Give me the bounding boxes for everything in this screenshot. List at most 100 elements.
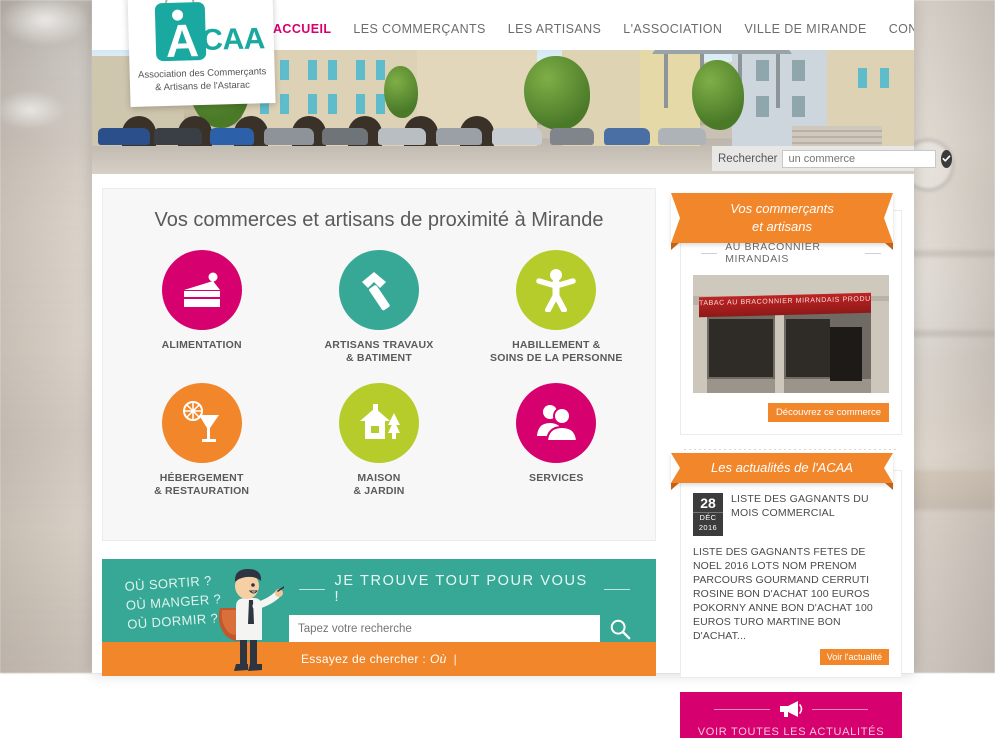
category-circle: [339, 250, 419, 330]
category-label-line1: SERVICES: [529, 472, 584, 485]
discover-row: Découvrez ce commerce: [693, 403, 889, 422]
ribbon-notch-right: [884, 193, 893, 243]
category-services[interactable]: SERVICES: [468, 383, 645, 498]
all-news-label: VOIR TOUTES LES ACTUALITÉS: [698, 726, 885, 738]
nav-item-les-artisans[interactable]: LES ARTISANS: [508, 22, 602, 36]
logo-letter-a: A: [159, 18, 206, 65]
merchants-widget: Vos commerçants et artisans AU BRACONNIE…: [680, 210, 902, 435]
category-label-line1: MAISON: [353, 472, 404, 485]
merchants-widget-ribbon: Vos commerçants et artisans: [671, 193, 893, 243]
news-excerpt: LISTE DES GAGNANTS FETES DE NOEL 2016 LO…: [693, 545, 889, 643]
categories-grid: ALIMENTATION ARTISANS TRAVAUX: [113, 250, 645, 516]
category-label: MAISON & JARDIN: [353, 472, 404, 498]
merchants-widget-body: AU BRACONNIER MIRANDAIS TABAC AU BRACONN…: [681, 211, 901, 434]
hero-search-label: Rechercher: [718, 153, 777, 165]
find-right: JE TROUVE TOUT POUR VOUS !: [289, 573, 640, 642]
category-label: ARTISANS TRAVAUX & BATIMENT: [324, 339, 433, 365]
ribbon-tail-right: [885, 483, 893, 490]
nav-item-accueil[interactable]: ACCUEIL: [273, 22, 331, 36]
category-hebergement[interactable]: HÉBERGEMENT & RESTAURATION: [113, 383, 290, 498]
category-maison-jardin[interactable]: MAISON & JARDIN: [290, 383, 467, 498]
news-date-year: 2016: [693, 523, 723, 533]
try-label: Essayez de chercher :: [301, 652, 426, 666]
page-content: Vos commerces et artisans de proximité à…: [92, 174, 914, 673]
nav-item-ville-de-mirande[interactable]: VILLE DE MIRANDE: [744, 22, 866, 36]
category-circle: [516, 383, 596, 463]
ribbon-line1: Vos commerçants: [687, 200, 877, 218]
category-habillement[interactable]: HABILLEMENT & SOINS DE LA PERSONNE: [468, 250, 645, 365]
news-widget-ribbon: Les actualités de l'ACAA: [671, 453, 893, 483]
merchant-name-text: AU BRACONNIER MIRANDAIS: [725, 241, 857, 265]
divider-left: [714, 709, 770, 710]
divider-left: [701, 253, 717, 254]
news-date-badge: 28 DÉC 2016: [693, 493, 723, 536]
site-container: ACCUEIL LES COMMERÇANTS LES ARTISANS L'A…: [92, 0, 914, 673]
house-tree-icon: [356, 403, 402, 443]
category-circle: [162, 250, 242, 330]
category-label-line2: & BATIMENT: [324, 352, 433, 365]
logo-letters-caa: CAA: [201, 22, 265, 58]
ribbon-tail-right: [885, 243, 893, 250]
nav-item-lassociation[interactable]: L'ASSOCIATION: [623, 22, 722, 36]
news-date-day: 28: [693, 495, 723, 513]
find-heading-text: JE TROUVE TOUT POUR VOUS !: [335, 573, 595, 605]
category-artisans-travaux[interactable]: ARTISANS TRAVAUX & BATIMENT: [290, 250, 467, 365]
category-label-line2: SOINS DE LA PERSONNE: [490, 352, 623, 365]
megaphone-icon: [778, 700, 804, 718]
category-circle: [339, 383, 419, 463]
category-circle: [516, 250, 596, 330]
hammer-icon: [356, 268, 402, 312]
category-alimentation[interactable]: ALIMENTATION: [113, 250, 290, 365]
magnifier-icon[interactable]: [600, 615, 640, 642]
category-label-line1: ARTISANS TRAVAUX: [324, 339, 433, 352]
site-logo[interactable]: A CAA Association des Commerçants & Arti…: [127, 0, 275, 107]
try-search-bar[interactable]: Essayez de chercher : Où |: [102, 642, 656, 676]
find-row: [289, 615, 640, 642]
person-icon: [533, 268, 579, 312]
nav-item-contact[interactable]: CONTACT: [889, 22, 914, 36]
news-item[interactable]: 28 DÉC 2016 LISTE DES GAGNANTS DU MOIS C…: [693, 493, 889, 536]
discover-merchant-button[interactable]: Découvrez ce commerce: [768, 403, 889, 422]
ribbon-notch-right: [884, 453, 893, 483]
people-icon: [533, 403, 579, 443]
text-caret: |: [454, 652, 457, 666]
divider-right: [604, 589, 630, 590]
mascot-illustration: [212, 564, 284, 676]
categories-card: Vos commerces et artisans de proximité à…: [102, 188, 656, 541]
find-search-input[interactable]: [289, 615, 600, 642]
news-button-row: Voir l'actualité: [693, 649, 889, 665]
merchant-sign-text: TABAC AU BRACONNIER MIRANDAIS PRODUITS R…: [699, 296, 871, 308]
view-news-button[interactable]: Voir l'actualité: [820, 649, 889, 665]
try-value: Où: [430, 652, 447, 666]
news-widget: Les actualités de l'ACAA 28 DÉC 2016 LIS…: [680, 470, 902, 678]
divider-right: [865, 253, 881, 254]
category-label: ALIMENTATION: [162, 339, 242, 352]
logo-subtitle: Association des Commerçants & Artisans d…: [138, 65, 267, 95]
news-widget-body: 28 DÉC 2016 LISTE DES GAGNANTS DU MOIS C…: [681, 471, 901, 677]
ribbon-notch-left: [671, 193, 680, 243]
category-label: HÉBERGEMENT & RESTAURATION: [154, 472, 249, 498]
sidebar-column: Vos commerçants et artisans AU BRACONNIE…: [680, 188, 902, 738]
all-news-cta[interactable]: VOIR TOUTES LES ACTUALITÉS: [680, 692, 902, 738]
category-label-line2: & RESTAURATION: [154, 485, 249, 498]
category-label-line1: HÉBERGEMENT: [154, 472, 249, 485]
ribbon-line2: et artisans: [687, 218, 877, 236]
main-column: Vos commerces et artisans de proximité à…: [102, 188, 656, 676]
category-label: HABILLEMENT & SOINS DE LA PERSONNE: [490, 339, 623, 365]
cake-slice-icon: [179, 270, 225, 310]
merchant-photo[interactable]: TABAC AU BRACONNIER MIRANDAIS PRODUITS R…: [693, 275, 889, 393]
find-heading: JE TROUVE TOUT POUR VOUS !: [289, 573, 640, 605]
megaphone-row: [680, 700, 902, 718]
news-date-month: DÉC: [693, 513, 723, 523]
page-title: Vos commerces et artisans de proximité à…: [113, 209, 645, 232]
hero-search-input[interactable]: [782, 150, 936, 168]
nav-item-les-commercants[interactable]: LES COMMERÇANTS: [353, 22, 485, 36]
category-label-line1: ALIMENTATION: [162, 339, 242, 352]
ribbon-notch-left: [671, 453, 680, 483]
ribbon-text: Les actualités de l'ACAA: [687, 459, 877, 477]
category-label-line2: & JARDIN: [353, 485, 404, 498]
news-title: LISTE DES GAGNANTS DU MOIS COMMERCIAL: [731, 493, 889, 536]
category-circle: [162, 383, 242, 463]
ribbon-tail-left: [671, 483, 679, 490]
divider-right: [812, 709, 868, 710]
